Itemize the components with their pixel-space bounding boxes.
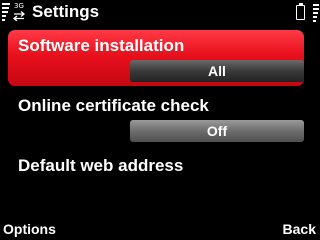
back-softkey[interactable]: Back — [283, 218, 316, 240]
setting-label: Software installation — [18, 36, 185, 55]
status-bar: 3G Settings — [0, 0, 320, 24]
signal-strength-icon — [2, 2, 10, 21]
battery-level-icon — [313, 3, 319, 22]
setting-value[interactable]: All — [130, 60, 304, 82]
setting-label: Default web address — [18, 156, 184, 175]
setting-item-software-installation[interactable]: Software installation All — [8, 30, 304, 86]
page-title: Settings — [32, 2, 100, 21]
setting-value[interactable]: Off — [130, 120, 304, 142]
options-softkey[interactable]: Options — [3, 218, 56, 240]
setting-item-default-web-address[interactable]: Default web address — [8, 150, 304, 182]
network-type-label: 3G — [14, 2, 24, 10]
data-transfer-icon — [13, 11, 25, 21]
setting-item-online-certificate-check[interactable]: Online certificate check Off — [8, 90, 304, 146]
softkey-bar: Options Back — [0, 218, 320, 240]
setting-label: Online certificate check — [18, 96, 209, 115]
battery-icon — [296, 3, 306, 20]
network-type-icon: 3G — [13, 2, 25, 21]
